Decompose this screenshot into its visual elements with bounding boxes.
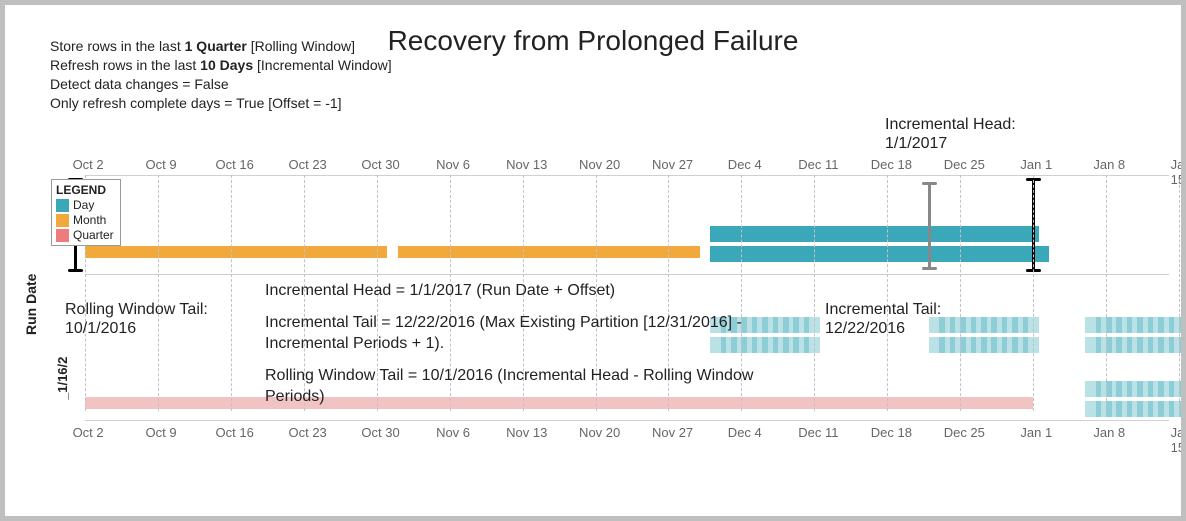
chart-row-current [85,175,1169,275]
tick-label-bottom: Jan 1 [1020,425,1052,440]
day-partition [1023,226,1039,242]
tick-label-bottom: Dec 18 [871,425,912,440]
tick-label-top: Oct 9 [145,157,176,172]
annotation-incremental-tail: Incremental Tail: 12/22/2016 [825,300,941,338]
tick-label-top: Jan 1 [1020,157,1052,172]
day-partition-faded [1179,337,1186,353]
tick-label-bottom: Dec 25 [944,425,985,440]
gridline [887,175,888,411]
gridline [814,175,815,411]
legend-item: Day [73,198,94,212]
tick-label-bottom: Oct 2 [73,425,104,440]
swatch-month [56,214,69,227]
tick-label-bottom: Jan 8 [1093,425,1125,440]
meta-bold: 10 Days [200,57,253,73]
gridline [231,175,232,411]
tick-label-top: Dec 11 [798,157,838,172]
tick-label-top: Dec 18 [871,157,912,172]
month-partition [398,246,700,258]
month-partition [85,246,387,258]
range-marker [928,182,931,270]
tick-label-bottom: Oct 16 [216,425,254,440]
day-partition-faded [1179,317,1186,333]
tick-label-bottom: Nov 13 [506,425,547,440]
note-line: Incremental Head = 1/1/2017 (Run Date + … [265,280,795,302]
tick-label-bottom: Jan 15 [1171,425,1186,455]
config-meta: Store rows in the last 1 Quarter [Rollin… [50,37,392,113]
tick-label-bottom: Oct 23 [288,425,326,440]
tick-label-top: Jan 15 [1171,157,1186,187]
day-partition-faded [1179,381,1186,397]
tick-label-bottom: Dec 4 [728,425,762,440]
legend: LEGEND Day Month Quarter [51,179,121,246]
tick-label-bottom: Nov 27 [652,425,693,440]
gridline [1033,175,1034,411]
day-partition-faded [1169,317,1185,333]
gridline [1106,175,1107,411]
tick-label-top: Nov 27 [652,157,693,172]
y-axis-label: Run Date [23,274,39,335]
meta-text: [Incremental Window] [253,57,392,73]
gridline [1179,175,1180,411]
day-partition-faded [1169,401,1185,417]
gridline [960,175,961,411]
tick-label-top: Nov 13 [506,157,547,172]
tick-label-top: Oct 23 [288,157,326,172]
tick-label-bottom: Nov 20 [579,425,620,440]
tick-label-top: Dec 25 [944,157,985,172]
day-partition-faded [1179,401,1186,417]
tick-label-top: Nov 20 [579,157,620,172]
legend-title: LEGEND [56,183,114,197]
annotation-rolling-tail: Rolling Window Tail: 10/1/2016 [65,300,208,338]
meta-text: Store rows in the last [50,38,185,54]
meta-text: [Rolling Window] [247,38,355,54]
y-axis-value: _1/16/2 [55,357,70,400]
tick-label-top: Oct 2 [73,157,104,172]
tick-label-top: Jan 8 [1093,157,1125,172]
tick-label-top: Nov 6 [436,157,470,172]
tick-label-bottom: Nov 6 [436,425,470,440]
gridline [158,175,159,411]
day-partition-faded [804,337,820,353]
annotation-incremental-head: Incremental Head: 1/1/2017 [885,115,1016,153]
meta-text: Only refresh complete days = True [Offse… [50,94,392,113]
day-partition-faded [1023,337,1039,353]
meta-bold: 1 Quarter [185,38,247,54]
tick-label-bottom: Dec 11 [798,425,838,440]
legend-item: Quarter [73,228,114,242]
day-partition-faded [1169,381,1185,397]
note-line: Incremental Tail = 12/22/2016 (Max Exist… [265,312,795,355]
day-partition [1033,246,1049,262]
meta-text: Refresh rows in the last [50,57,200,73]
day-partition-faded [804,317,820,333]
meta-text: Detect data changes = False [50,75,392,94]
swatch-day [56,199,69,212]
tick-label-bottom: Oct 30 [361,425,399,440]
tick-label-top: Oct 16 [216,157,254,172]
legend-item: Month [73,213,106,227]
note-line: Rolling Window Tail = 10/1/2016 (Increme… [265,365,795,408]
day-partition-faded [1169,337,1185,353]
tick-label-top: Oct 30 [361,157,399,172]
tick-label-bottom: Oct 9 [145,425,176,440]
swatch-quarter [56,229,69,242]
notes-block: Incremental Head = 1/1/2017 (Run Date + … [265,280,795,418]
day-partition-faded [1023,317,1039,333]
tick-label-top: Dec 4 [728,157,762,172]
